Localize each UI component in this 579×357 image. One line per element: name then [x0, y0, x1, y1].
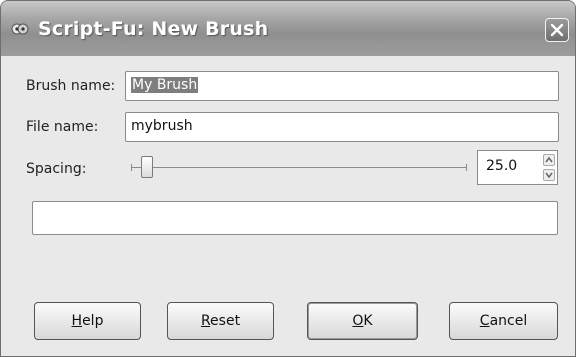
chevron-up-icon	[545, 156, 553, 163]
file-name-label: File name:	[26, 119, 99, 135]
file-name-value: mybrush	[131, 118, 193, 134]
spacing-slider-handle[interactable]	[140, 156, 153, 178]
help-mnemonic: H	[71, 313, 83, 329]
brush-name-value: My Brush	[131, 77, 199, 93]
spin-up-button[interactable]	[543, 154, 555, 166]
window-title: Script-Fu: New Brush	[38, 18, 269, 40]
spacing-value: 25.0	[486, 158, 518, 174]
empty-text-field[interactable]	[32, 201, 558, 235]
dialog-window: Script-Fu: New Brush Brush name: My Brus…	[0, 0, 576, 357]
file-name-input[interactable]: mybrush	[125, 112, 559, 142]
title-bar[interactable]: Script-Fu: New Brush	[1, 1, 575, 56]
ok-label-rest: K	[363, 313, 373, 329]
spacing-label: Spacing:	[26, 161, 87, 177]
spin-arrows	[543, 154, 555, 182]
ok-mnemonic: O	[352, 313, 364, 329]
spacing-slider-track[interactable]	[131, 167, 466, 168]
chevron-down-icon	[545, 172, 553, 179]
reset-label-rest: eset	[210, 313, 241, 329]
brush-name-input[interactable]: My Brush	[125, 71, 559, 101]
spacing-spinbox[interactable]: 25.0	[477, 150, 558, 185]
help-label-rest: elp	[82, 313, 104, 329]
ok-button[interactable]: OK	[307, 302, 418, 340]
brush-name-label: Brush name:	[26, 78, 116, 94]
cancel-label-rest: ancel	[489, 313, 528, 329]
close-button[interactable]	[545, 18, 569, 42]
cancel-mnemonic: C	[479, 313, 490, 329]
reset-button[interactable]: Reset	[167, 302, 274, 340]
script-fu-icon	[11, 23, 29, 35]
spin-down-button[interactable]	[543, 169, 555, 181]
slider-max-tick	[466, 164, 467, 171]
reset-mnemonic: R	[200, 313, 211, 329]
help-button[interactable]: Help	[34, 302, 141, 340]
close-icon	[550, 23, 564, 37]
cancel-button[interactable]: Cancel	[449, 302, 558, 340]
